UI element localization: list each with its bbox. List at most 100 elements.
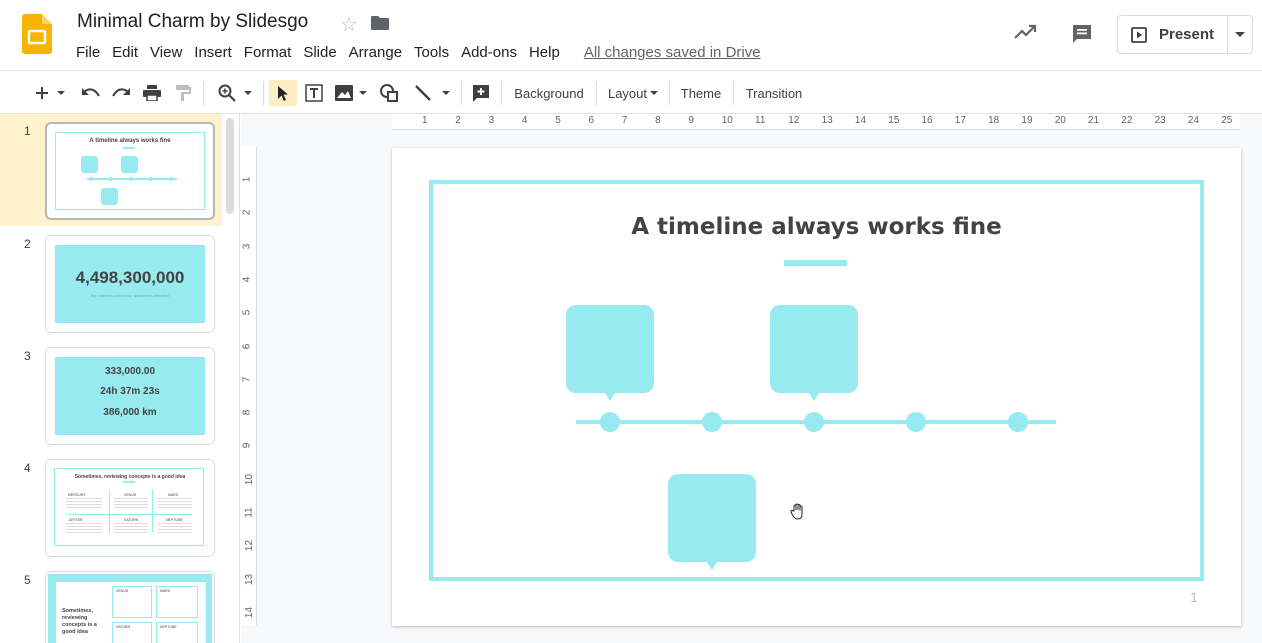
filmstrip-scrollbar[interactable]	[226, 118, 234, 214]
slide-thumbnail[interactable]: A timeline always works fine	[45, 122, 215, 220]
ruler-tick-label: 23	[1154, 115, 1166, 126]
timeline-bubble-3[interactable]	[668, 474, 756, 570]
filmstrip-slide-1[interactable]: 1 A timeline always works fine	[0, 114, 222, 226]
document-title[interactable]: Minimal Charm by Slidesgo	[77, 11, 308, 33]
timeline-bubble-2[interactable]	[770, 305, 858, 401]
redo-button[interactable]	[108, 80, 134, 106]
menu-bar: File Edit View Insert Format Slide Arran…	[70, 42, 761, 63]
thumb-line-1: 333,000.00	[104, 366, 156, 377]
ruler-tick-label: 4	[521, 115, 528, 126]
slide-number: 4	[24, 461, 31, 475]
ruler-tick-label: 13	[244, 573, 256, 585]
slide-number: 3	[24, 349, 31, 363]
menu-slide[interactable]: Slide	[297, 42, 342, 63]
ruler-tick-label: 14	[854, 115, 867, 126]
thumb-label: MARS	[160, 589, 171, 593]
filmstrip-slide-3[interactable]: 3 333,000.00 24h 37m 23s 386,000 km	[0, 339, 222, 451]
menu-insert[interactable]: Insert	[188, 42, 238, 63]
ruler-tick-label: 10	[244, 473, 256, 485]
menu-arrange[interactable]: Arrange	[343, 42, 408, 63]
menu-add-ons[interactable]: Add-ons	[455, 42, 523, 63]
background-button[interactable]: Background	[508, 80, 590, 106]
comment-icon[interactable]	[1070, 22, 1094, 51]
slide-thumbnail[interactable]: 4,498,300,000 Big numbers catch your aud…	[45, 235, 215, 333]
horizontal-ruler[interactable]: 1 2 3 4 5 6 7 8 9 10 11 12 13 14 15 16 17 18 19 20 21 22 23 24 2…	[392, 114, 1240, 130]
ruler-tick-label: 11	[755, 115, 766, 126]
star-icon[interactable]: ☆	[340, 12, 358, 37]
thumb-title: Sometimes, reviewing concepts is a good …	[74, 474, 186, 480]
filmstrip-slide-5[interactable]: 5 Sometimes, reviewing concepts is a goo…	[0, 563, 222, 643]
theme-button[interactable]: Theme	[676, 80, 726, 106]
redo-icon	[112, 88, 130, 97]
caret-down-icon[interactable]	[1228, 31, 1252, 38]
ruler-tick-label: 7	[621, 115, 628, 126]
slide-filmstrip[interactable]: 1 A timeline always works fine 2 4,498,3…	[0, 114, 240, 643]
filmstrip-slide-2[interactable]: 2 4,498,300,000 Big numbers catch your a…	[0, 227, 222, 339]
timeline-dot[interactable]	[702, 412, 722, 432]
slide-thumbnail[interactable]: 333,000.00 24h 37m 23s 386,000 km	[45, 347, 215, 445]
slide-title[interactable]: A timeline always works fine	[392, 214, 1241, 240]
paint-format-icon	[176, 85, 191, 101]
ruler-tick-label: 6	[241, 343, 253, 349]
new-slide-button[interactable]	[28, 80, 72, 106]
add-comment-button[interactable]	[468, 80, 494, 106]
menu-view[interactable]: View	[144, 42, 188, 63]
shape-button[interactable]	[376, 80, 402, 106]
vertical-ruler[interactable]: 1 2 3 4 5 6 7 8 9 10 11 12 13 14	[241, 147, 257, 625]
editor-canvas: 1 2 3 4 5 6 7 8 9 10 11 12 13 14 15 16 17 18 19 20 21 22 23 24 2…	[241, 114, 1262, 643]
print-button[interactable]	[139, 80, 165, 106]
timeline-dot[interactable]	[906, 412, 926, 432]
timeline-dot[interactable]	[804, 412, 824, 432]
caret-down-icon	[244, 90, 252, 95]
shape-icon	[380, 84, 398, 102]
slide-thumbnail[interactable]: Sometimes, reviewing concepts is a good …	[45, 571, 215, 643]
image-icon	[335, 85, 353, 101]
menu-help[interactable]: Help	[523, 42, 566, 63]
slide-thumbnail[interactable]: Sometimes, reviewing concepts is a good …	[45, 459, 215, 557]
slide-canvas[interactable]: A timeline always works fine 1	[392, 148, 1241, 626]
present-main[interactable]: Present	[1118, 16, 1228, 53]
timeline-dot[interactable]	[1008, 412, 1028, 432]
thumb-label: SATURN	[116, 625, 131, 629]
caret-down-icon	[650, 90, 659, 95]
ruler-tick-label: 3	[488, 115, 495, 126]
ruler-tick-label: 21	[1088, 115, 1100, 126]
transition-button[interactable]: Transition	[740, 80, 808, 106]
thumb-label: VENUS	[124, 493, 137, 497]
folder-icon[interactable]	[370, 14, 390, 37]
caret-down-icon	[57, 90, 65, 95]
title-underline[interactable]	[784, 260, 847, 266]
thumb-big-number: 4,498,300,000	[75, 268, 185, 287]
menu-tools[interactable]: Tools	[408, 42, 455, 63]
ruler-tick-label: 6	[588, 115, 595, 126]
trending-icon[interactable]	[1014, 24, 1038, 45]
menu-edit[interactable]: Edit	[106, 42, 144, 63]
zoom-button[interactable]	[213, 80, 257, 106]
text-box-button[interactable]	[301, 80, 327, 106]
select-tool-button[interactable]	[269, 80, 297, 106]
menu-format[interactable]: Format	[238, 42, 298, 63]
present-button[interactable]: Present	[1117, 15, 1253, 54]
ruler-tick-label: 18	[988, 115, 1000, 126]
paint-format-button[interactable]	[170, 80, 196, 106]
ruler-tick-label: 3	[241, 243, 253, 249]
ruler-tick-label: 24	[1187, 115, 1200, 126]
image-button[interactable]	[332, 80, 370, 106]
undo-icon	[82, 88, 100, 97]
app-header: Minimal Charm by Slidesgo ☆ File Edit Vi…	[0, 0, 1262, 70]
undo-button[interactable]	[78, 80, 104, 106]
timeline-dot[interactable]	[600, 412, 620, 432]
layout-button[interactable]: Layout	[603, 80, 663, 106]
slides-logo-icon[interactable]	[22, 14, 52, 54]
ruler-tick-label: 2	[455, 115, 461, 126]
ruler-tick-label: 10	[721, 115, 733, 126]
timeline-bubble-1[interactable]	[566, 305, 654, 401]
ruler-tick-label: 1	[422, 115, 428, 126]
menu-file[interactable]: File	[70, 42, 106, 63]
filmstrip-slide-4[interactable]: 4 Sometimes, reviewing concepts is a goo…	[0, 451, 222, 563]
line-button[interactable]	[408, 80, 456, 106]
thumb-line-2: 24h 37m 23s	[100, 386, 160, 397]
ruler-tick-label: 5	[241, 309, 253, 316]
thumb-label: SATURN	[124, 518, 139, 522]
saved-status-link[interactable]: All changes saved in Drive	[584, 42, 761, 63]
